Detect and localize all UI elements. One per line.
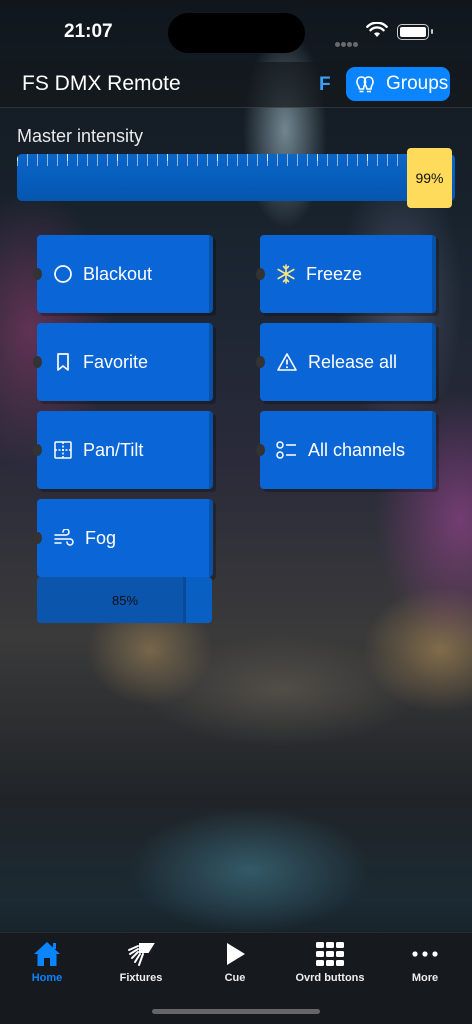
favorite-button[interactable]: Favorite	[33, 323, 213, 401]
snowflake-icon	[277, 264, 295, 284]
crosshair-icon	[54, 441, 72, 459]
battery-icon	[397, 24, 433, 40]
house-icon	[34, 942, 60, 966]
status-dot	[256, 268, 265, 280]
master-intensity-thumb[interactable]: 99%	[407, 148, 452, 208]
fixture-icon	[128, 943, 155, 966]
tab-cue[interactable]: Cue	[188, 939, 282, 984]
warning-icon	[277, 353, 297, 371]
play-icon	[227, 943, 245, 965]
status-dot	[256, 444, 265, 456]
groups-label: Groups	[386, 73, 449, 94]
tab-home-label: Home	[31, 972, 63, 984]
all-channels-button[interactable]: All channels	[256, 411, 436, 489]
tab-ovrd-buttons[interactable]: Ovrd buttons	[282, 939, 378, 984]
fog-button[interactable]: Fog	[33, 499, 213, 577]
ellipsis-icon	[412, 951, 438, 957]
master-intensity-value: 99%	[415, 170, 444, 186]
blackout-label: Blackout	[83, 263, 153, 284]
pan-tilt-label: Pan/Tilt	[83, 439, 144, 460]
freeze-button[interactable]: Freeze	[256, 235, 436, 313]
slider-major-ticks	[17, 154, 455, 161]
fog-level-slider[interactable]: 85%	[37, 577, 212, 623]
release-all-label: Release all	[308, 351, 398, 372]
fog-label: Fog	[85, 527, 117, 548]
favorite-label: Favorite	[83, 351, 149, 372]
f-badge[interactable]: F	[319, 74, 331, 96]
master-intensity-slider[interactable]	[17, 154, 455, 201]
nav-bar: FS DMX Remote F Groups	[0, 62, 472, 108]
fog-level-value: 85%	[111, 592, 139, 608]
status-dot	[33, 268, 42, 280]
groups-button[interactable]: Groups	[346, 67, 450, 101]
master-intensity-label: Master intensity	[17, 126, 144, 146]
grid-icon	[316, 942, 344, 966]
tab-ovrd-buttons-label: Ovrd buttons	[295, 972, 365, 984]
pan-tilt-button[interactable]: Pan/Tilt	[33, 411, 213, 489]
status-bar: 21:07	[0, 0, 472, 62]
tab-cue-label: Cue	[224, 972, 246, 984]
bulbs-icon	[356, 76, 374, 93]
tab-home[interactable]: Home	[0, 939, 94, 984]
blackout-button[interactable]: Blackout	[33, 235, 213, 313]
tab-fixtures[interactable]: Fixtures	[94, 939, 188, 984]
bookmark-icon	[57, 353, 69, 371]
status-dot	[256, 356, 265, 368]
tab-more[interactable]: More	[378, 939, 472, 984]
wifi-icon	[366, 22, 388, 37]
home-indicator	[152, 1009, 320, 1014]
page-title: FS DMX Remote	[22, 72, 181, 95]
signal-dots-icon	[335, 34, 359, 47]
freeze-label: Freeze	[306, 263, 363, 284]
tab-fixtures-label: Fixtures	[119, 972, 163, 984]
circle-icon	[54, 265, 72, 283]
tab-more-label: More	[411, 972, 439, 984]
status-time: 21:07	[64, 21, 113, 42]
list-icon	[276, 441, 296, 459]
all-channels-label: All channels	[308, 439, 406, 460]
status-dot	[33, 444, 42, 456]
dynamic-island	[168, 13, 305, 53]
status-dot	[33, 532, 42, 544]
status-dot	[33, 356, 42, 368]
release-all-button[interactable]: Release all	[256, 323, 436, 401]
wind-icon	[54, 529, 74, 546]
